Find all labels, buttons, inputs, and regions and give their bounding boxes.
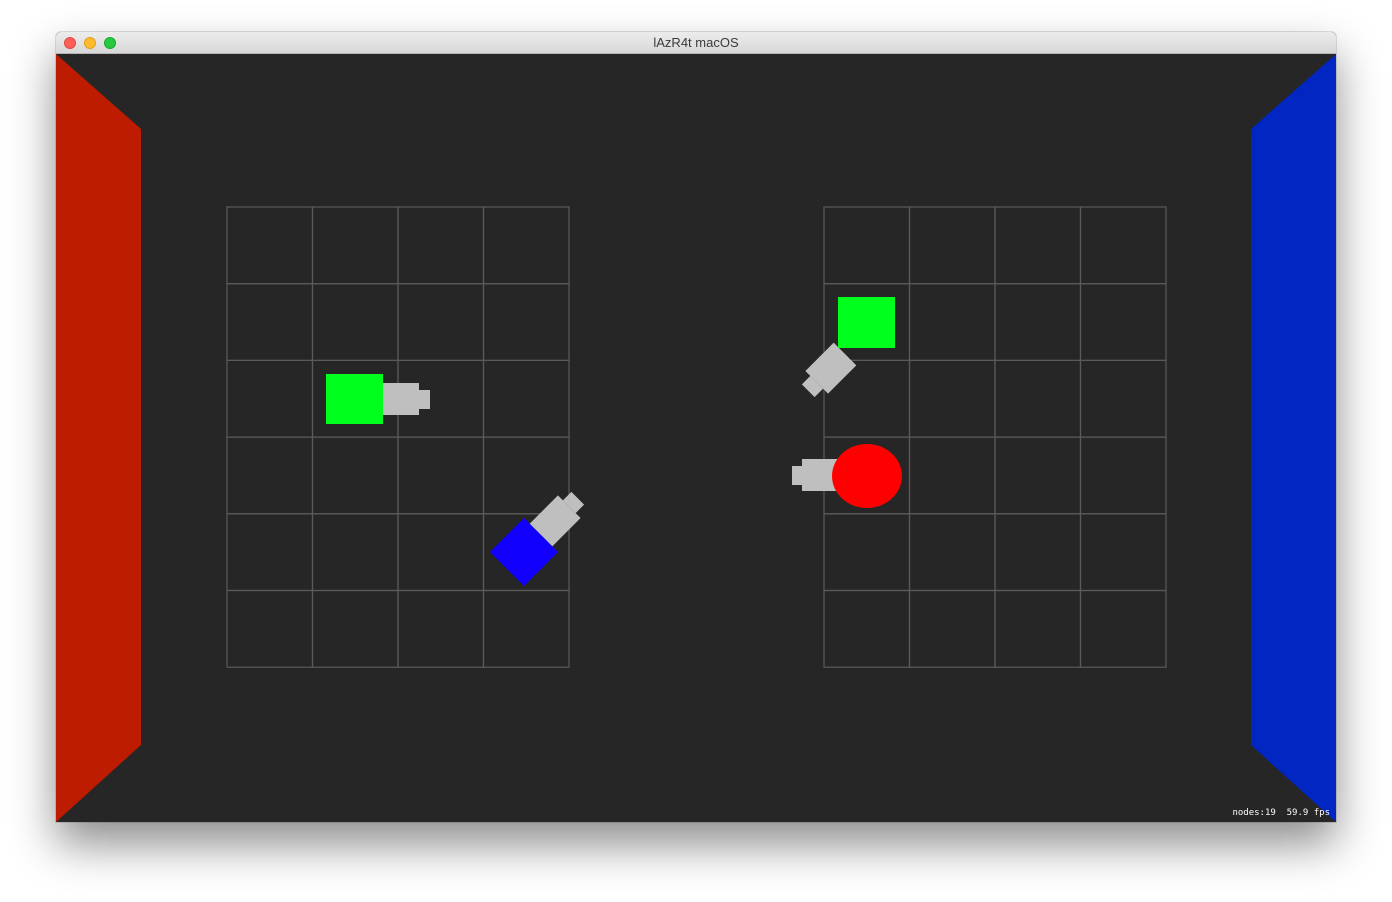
grid-cell[interactable] — [311, 283, 399, 361]
right-board[interactable] — [823, 206, 1167, 668]
grid-cell[interactable] — [994, 513, 1082, 592]
left-wall — [56, 54, 141, 822]
grid-cell[interactable] — [226, 436, 314, 515]
stats-overlay: nodes:19 59.9 fps — [1232, 808, 1330, 818]
grid-cell[interactable] — [482, 283, 570, 361]
grid-cell[interactable] — [226, 206, 314, 285]
game-canvas[interactable] — [56, 54, 1336, 822]
grid-cell[interactable] — [994, 436, 1082, 515]
grid-cell[interactable] — [397, 513, 485, 592]
grid-cell[interactable] — [1079, 359, 1167, 438]
grid-cell[interactable] — [397, 283, 485, 361]
grid-cell[interactable] — [908, 589, 996, 668]
right-wall — [1251, 54, 1336, 822]
grid-cell[interactable] — [908, 436, 996, 515]
grid-cell[interactable] — [1079, 206, 1167, 285]
grid-cell[interactable] — [397, 206, 485, 285]
grid-cell[interactable] — [1079, 513, 1167, 592]
grid-cell[interactable] — [908, 283, 996, 361]
nodes-count: nodes:19 — [1232, 808, 1276, 818]
grid-cell[interactable] — [994, 359, 1082, 438]
grid-cell[interactable] — [311, 513, 399, 592]
grid-cell[interactable] — [994, 206, 1082, 285]
grid-cell[interactable] — [311, 436, 399, 515]
grid-cell[interactable] — [1079, 436, 1167, 515]
grid-cell[interactable] — [908, 359, 996, 438]
grid-cell[interactable] — [908, 206, 996, 285]
grid-cell[interactable] — [226, 513, 314, 592]
grid-cell[interactable] — [226, 359, 314, 438]
grid-cell[interactable] — [482, 359, 570, 438]
grid-cell[interactable] — [482, 589, 570, 668]
grid-cell[interactable] — [311, 206, 399, 285]
grid-cell[interactable] — [1079, 283, 1167, 361]
cannon-barrel — [383, 383, 419, 415]
grid-cell[interactable] — [1079, 589, 1167, 668]
grid-cell[interactable] — [397, 589, 485, 668]
cannon-tip — [419, 390, 430, 409]
game-scene[interactable]: nodes:19 59.9 fps — [56, 54, 1336, 822]
grid-cell[interactable] — [226, 589, 314, 668]
tank-body — [838, 297, 895, 348]
title-bar[interactable]: lAzR4t macOS — [56, 32, 1336, 54]
grid-cell[interactable] — [823, 206, 911, 285]
game-window: lAzR4t macOS nodes:19 59.9 fps — [56, 32, 1336, 822]
tank-body — [832, 444, 902, 508]
grid-cell[interactable] — [397, 436, 485, 515]
grid-cell[interactable] — [226, 283, 314, 361]
grid-cell[interactable] — [994, 589, 1082, 668]
fps-counter: 59.9 fps — [1286, 808, 1330, 818]
grid-cell[interactable] — [994, 283, 1082, 361]
grid-cell[interactable] — [823, 513, 911, 592]
grid-cell[interactable] — [908, 513, 996, 592]
grid-cell[interactable] — [823, 589, 911, 668]
grid-cell[interactable] — [482, 206, 570, 285]
window-title: lAzR4t macOS — [653, 35, 739, 50]
tank-body — [326, 374, 383, 424]
grid-cell[interactable] — [311, 589, 399, 668]
left-board[interactable] — [226, 206, 570, 668]
